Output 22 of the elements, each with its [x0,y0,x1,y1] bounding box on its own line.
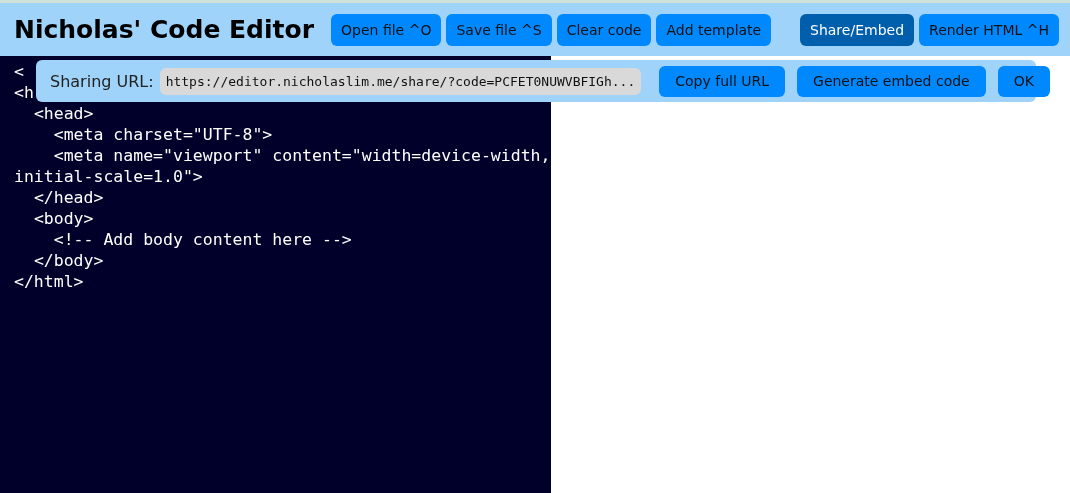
url-field[interactable]: https://editor.nicholaslim.me/share/?code=PCFET0NUWVBFIGh... [159,67,642,95]
sharing-url-label: Sharing URL: [50,71,154,91]
toolbar-button[interactable]: Save file ^S [446,13,552,46]
code-line: <head> [32,103,94,124]
code-line: </html> [14,271,84,292]
code-line: <!-- Add body content here --> [52,229,352,250]
toolbar-button[interactable]: Share/Embed [800,13,915,46]
toolbar-button[interactable]: Open file ^O [331,13,442,46]
code-line: <body> [32,208,94,229]
code-line: <meta name="viewport" content="width=device-width, initial-scale=1.0"> [14,145,551,187]
code-line: <h [14,82,34,103]
dialog-button[interactable]: OK [997,65,1050,97]
code-line: < [14,61,24,82]
dialog-button[interactable]: Copy full URL [659,65,786,97]
toolbar-button[interactable]: Render HTML ^H [919,13,1059,46]
dialog-button[interactable]: Generate embed code [797,65,986,97]
code-line: <meta charset="UTF-8"> [52,124,273,145]
toolbar-button[interactable]: Add template [656,13,772,46]
code-line: </head> [32,187,104,208]
toolbar-button[interactable]: Clear code [556,13,652,46]
app-title: Nicholas' Code Editor [14,15,315,44]
code-line: </body> [32,250,104,271]
